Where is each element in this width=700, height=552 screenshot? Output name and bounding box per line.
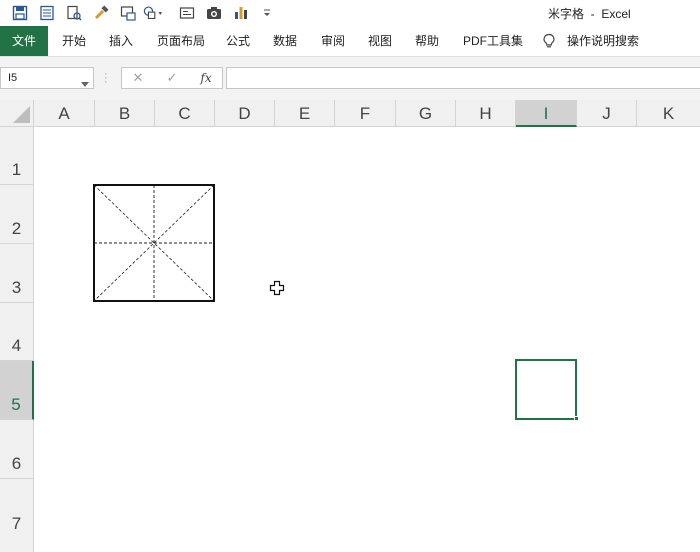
tab-data[interactable]: 数据 — [273, 26, 297, 56]
shapes-icon[interactable] — [143, 3, 163, 23]
row-header-1[interactable]: 1 — [0, 127, 34, 185]
column-header-a[interactable]: A — [34, 100, 95, 127]
chevron-down-icon[interactable] — [81, 76, 89, 90]
screenshot-icon[interactable] — [118, 3, 138, 23]
active-cell-i5[interactable] — [515, 359, 577, 420]
chart-icon[interactable] — [231, 3, 251, 23]
format-painter-icon[interactable] — [91, 3, 111, 23]
quick-access-toolbar: 米字格 - Excel — [0, 0, 700, 26]
row-header-4[interactable]: 4 — [0, 303, 34, 361]
window-title: 米字格 - Excel — [548, 7, 631, 21]
customize-toolbar-icon[interactable] — [257, 3, 277, 23]
column-header-d[interactable]: D — [215, 100, 275, 127]
ribbon-tabs: 文件 开始 插入 页面布局 公式 数据 审阅 视图 帮助 PDF工具集 操作说明… — [0, 26, 700, 56]
column-header-k[interactable]: K — [637, 100, 700, 127]
save-icon[interactable] — [10, 3, 30, 23]
column-header-c[interactable]: C — [155, 100, 215, 127]
formula-buttons: ✕ ✓ fx — [121, 67, 223, 89]
cell-cursor-icon — [269, 280, 285, 299]
lightbulb-icon — [542, 33, 556, 52]
print-preview-icon[interactable] — [64, 3, 84, 23]
drag-handle-icon[interactable]: · · · — [104, 69, 108, 88]
tab-page-layout[interactable]: 页面布局 — [157, 26, 205, 56]
select-all-button[interactable] — [0, 100, 34, 127]
column-header-i[interactable]: I — [516, 100, 577, 127]
tab-pdf-tools[interactable]: PDF工具集 — [463, 26, 523, 56]
column-header-g[interactable]: G — [396, 100, 456, 127]
column-header-f[interactable]: F — [335, 100, 396, 127]
column-header-h[interactable]: H — [456, 100, 516, 127]
row-header-2[interactable]: 2 — [0, 185, 34, 244]
enter-button[interactable]: ✓ — [162, 70, 182, 86]
column-header-b[interactable]: B — [95, 100, 155, 127]
fill-handle[interactable] — [574, 416, 579, 421]
tab-insert[interactable]: 插入 — [109, 26, 133, 56]
mizige-grid — [93, 184, 215, 302]
tell-me-search[interactable]: 操作说明搜索 — [567, 26, 639, 56]
name-box-value: I5 — [8, 72, 18, 84]
cancel-button[interactable]: ✕ — [128, 70, 148, 86]
name-box[interactable]: I5 — [0, 67, 94, 89]
tab-file[interactable]: 文件 — [0, 26, 48, 56]
row-header-7[interactable]: 7 — [0, 479, 34, 552]
tab-review[interactable]: 审阅 — [321, 26, 345, 56]
tab-formulas[interactable]: 公式 — [226, 26, 250, 56]
camera-icon[interactable] — [204, 3, 224, 23]
column-header-j[interactable]: J — [577, 100, 637, 127]
tab-help[interactable]: 帮助 — [415, 26, 439, 56]
tab-home[interactable]: 开始 — [62, 26, 86, 56]
formula-input[interactable] — [226, 67, 700, 89]
form-icon[interactable] — [37, 3, 57, 23]
row-header-6[interactable]: 6 — [0, 420, 34, 479]
row-header-5[interactable]: 5 — [0, 361, 34, 420]
column-header-e[interactable]: E — [275, 100, 335, 127]
row-header-3[interactable]: 3 — [0, 244, 34, 303]
tab-view[interactable]: 视图 — [368, 26, 392, 56]
textbox-icon[interactable] — [177, 3, 197, 23]
formula-bar: I5 · · · ✕ ✓ fx — [0, 56, 700, 100]
insert-function-button[interactable]: fx — [196, 71, 216, 87]
